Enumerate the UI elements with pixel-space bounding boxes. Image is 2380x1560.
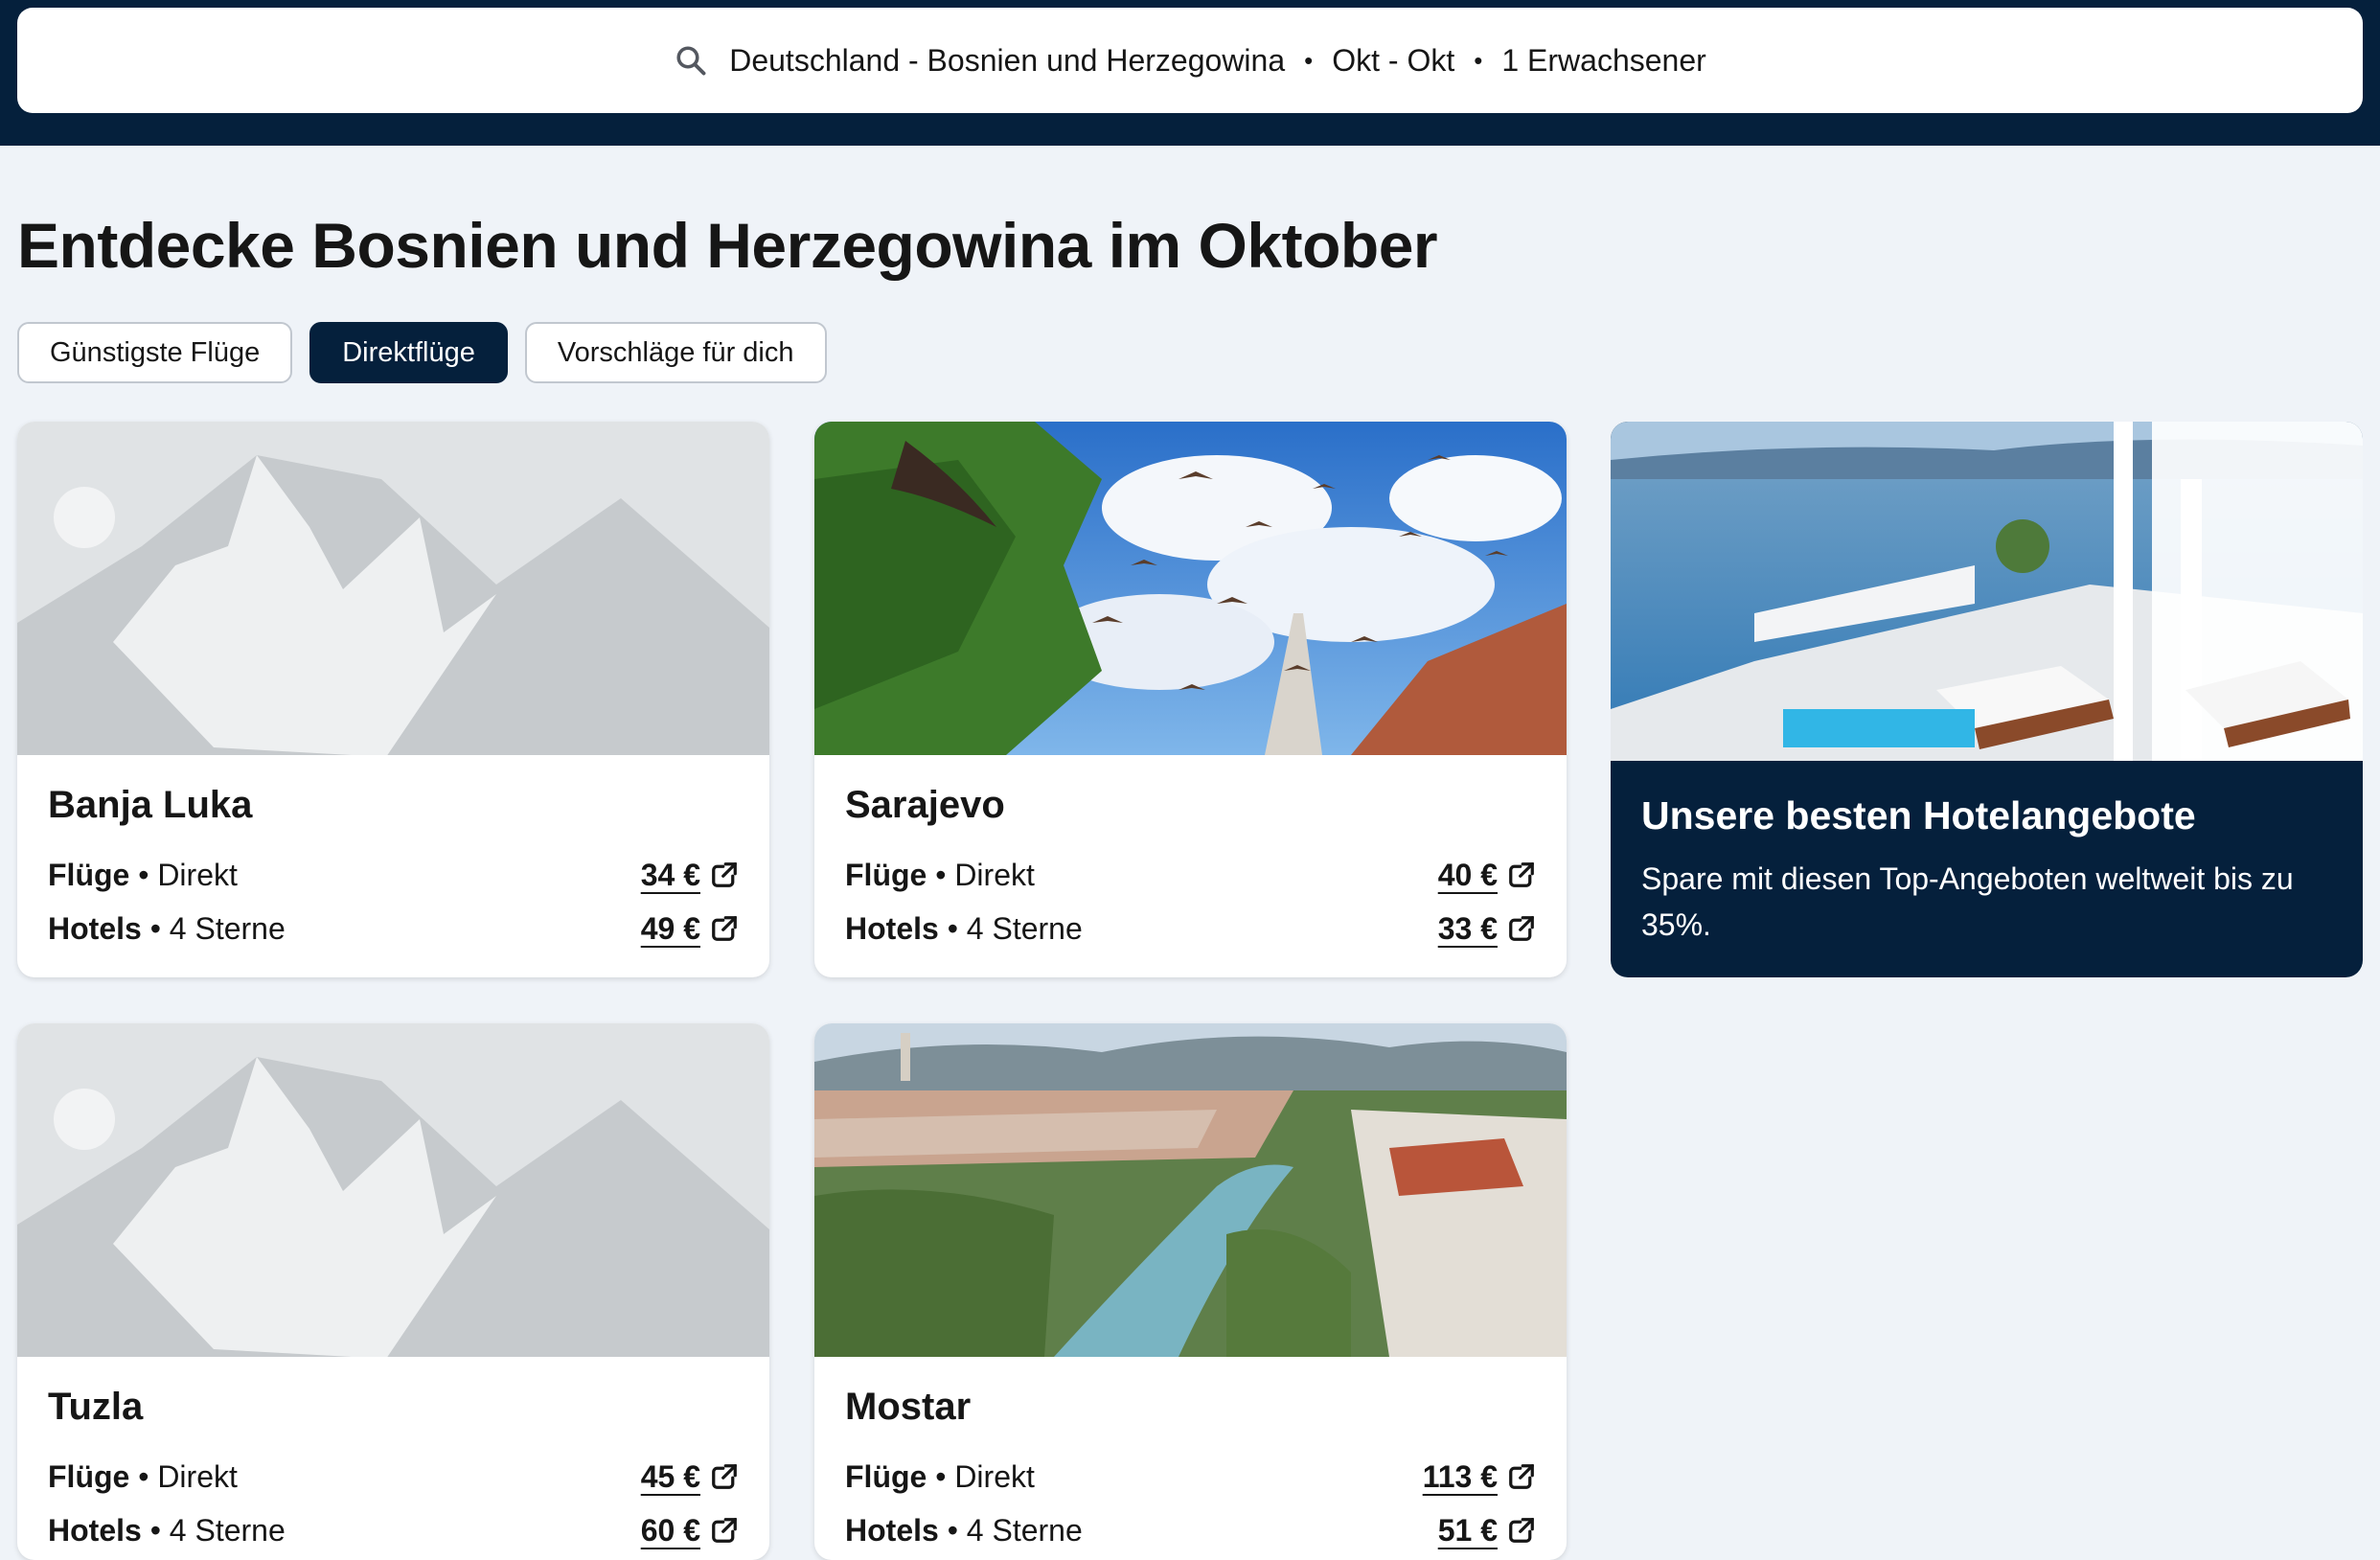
hotels-price: 51 €: [1437, 1512, 1498, 1548]
flights-type: Direkt: [954, 857, 1035, 892]
external-link-icon: [1507, 914, 1536, 943]
search-icon: [674, 43, 708, 78]
flights-row: Flüge • Direkt 45 €: [48, 1450, 739, 1503]
hotels-price-link[interactable]: 33 €: [1438, 911, 1536, 947]
flights-price: 45 €: [640, 1458, 700, 1494]
flights-type: Direkt: [157, 1458, 238, 1494]
separator-dot: •: [1474, 45, 1483, 75]
promo-text: Spare mit diesen Top-Angeboten weltweit …: [1641, 861, 2294, 942]
placeholder-image: [17, 422, 769, 755]
flights-price-link[interactable]: 34 €: [641, 858, 739, 893]
header-bar: Deutschland - Bosnien und Herzegowina • …: [0, 0, 2380, 146]
page-title: Entdecke Bosnien und Herzegowina im Okto…: [17, 210, 1438, 281]
external-link-icon: [1507, 1516, 1536, 1545]
search-route: Deutschland - Bosnien und Herzegowina: [729, 42, 1286, 78]
flights-label: Flüge: [845, 857, 927, 892]
hotels-info: Hotels • 4 Sterne: [845, 1512, 1083, 1548]
placeholder-image: [17, 1023, 769, 1357]
external-link-icon: [710, 914, 739, 943]
hotels-label: Hotels: [845, 910, 939, 946]
flights-label: Flüge: [845, 1458, 927, 1494]
flights-type: Direkt: [157, 857, 238, 892]
flights-info: Flüge • Direkt: [845, 857, 1035, 892]
destination-photo: [814, 1023, 1567, 1357]
hotels-price: 33 €: [1437, 910, 1498, 946]
filter-chips: Günstigste Flüge Direktflüge Vorschläge …: [17, 322, 827, 383]
destination-name: Mostar: [845, 1386, 972, 1428]
hotels-label: Hotels: [845, 1512, 939, 1548]
hotels-row: Hotels • 4 Sterne 60 €: [48, 1503, 739, 1557]
filter-suggestions[interactable]: Vorschläge für dich: [524, 322, 827, 383]
flights-price-link[interactable]: 40 €: [1438, 858, 1536, 893]
destination-name: Sarajevo: [845, 784, 1005, 826]
hotels-label: Hotels: [48, 910, 142, 946]
external-link-icon: [1507, 1462, 1536, 1491]
search-travellers: 1 Erwachsener: [1501, 42, 1706, 78]
hotels-stars: 4 Sterne: [966, 910, 1083, 946]
flights-label: Flüge: [48, 857, 130, 892]
search-dates: Okt - Okt: [1332, 42, 1455, 78]
search-summary-bar[interactable]: Deutschland - Bosnien und Herzegowina • …: [17, 8, 2363, 113]
destination-card-tuzla[interactable]: Tuzla Flüge • Direkt 45 € Hotels • 4 Ste…: [17, 1023, 769, 1560]
hotels-row: Hotels • 4 Sterne 33 €: [845, 902, 1536, 955]
flights-row: Flüge • Direkt 113 €: [845, 1450, 1536, 1503]
hotels-label: Hotels: [48, 1512, 142, 1548]
separator-dot: •: [1304, 45, 1314, 75]
external-link-icon: [710, 1516, 739, 1545]
destination-photo: [814, 422, 1567, 755]
hotels-price: 60 €: [640, 1512, 700, 1548]
hotel-deals-promo-card[interactable]: Unsere besten Hotelangebote Spare mit di…: [1611, 422, 2363, 977]
promo-title: Unsere besten Hotelangebote: [1641, 793, 2196, 837]
destination-name: Tuzla: [48, 1386, 144, 1428]
hotels-price: 49 €: [640, 910, 700, 946]
hotels-price-link[interactable]: 51 €: [1438, 1513, 1536, 1549]
flights-price: 40 €: [1437, 857, 1498, 892]
external-link-icon: [710, 860, 739, 889]
destination-card-sarajevo[interactable]: Sarajevo Flüge • Direkt 40 € Hotels • 4 …: [814, 422, 1567, 977]
hotels-info: Hotels • 4 Sterne: [48, 910, 286, 946]
destination-card-mostar[interactable]: Mostar Flüge • Direkt 113 € Hotels • 4 S…: [814, 1023, 1567, 1560]
hotels-stars: 4 Sterne: [169, 1512, 286, 1548]
external-link-icon: [1507, 860, 1536, 889]
hotels-info: Hotels • 4 Sterne: [48, 1512, 286, 1548]
flights-row: Flüge • Direkt 40 €: [845, 848, 1536, 902]
promo-photo: [1611, 422, 2363, 761]
flights-price: 113 €: [1422, 1458, 1498, 1494]
flights-info: Flüge • Direkt: [845, 1458, 1035, 1494]
destination-card-banja-luka[interactable]: Banja Luka Flüge • Direkt 34 € Hotels • …: [17, 422, 769, 977]
flights-price-link[interactable]: 45 €: [641, 1459, 739, 1495]
filter-cheapest-flights[interactable]: Günstigste Flüge: [17, 322, 293, 383]
flights-price: 34 €: [640, 857, 700, 892]
hotels-stars: 4 Sterne: [169, 910, 286, 946]
external-link-icon: [710, 1462, 739, 1491]
hotels-price-link[interactable]: 49 €: [641, 911, 739, 947]
hotels-stars: 4 Sterne: [966, 1512, 1083, 1548]
flights-type: Direkt: [954, 1458, 1035, 1494]
hotels-row: Hotels • 4 Sterne 51 €: [845, 1503, 1536, 1557]
flights-row: Flüge • Direkt 34 €: [48, 848, 739, 902]
flights-label: Flüge: [48, 1458, 130, 1494]
flights-price-link[interactable]: 113 €: [1423, 1459, 1536, 1495]
filter-direct-flights[interactable]: Direktflüge: [309, 322, 508, 383]
flights-info: Flüge • Direkt: [48, 1458, 238, 1494]
destination-name: Banja Luka: [48, 784, 253, 826]
flights-info: Flüge • Direkt: [48, 857, 238, 892]
hotels-info: Hotels • 4 Sterne: [845, 910, 1083, 946]
hotels-row: Hotels • 4 Sterne 49 €: [48, 902, 739, 955]
hotels-price-link[interactable]: 60 €: [641, 1513, 739, 1549]
